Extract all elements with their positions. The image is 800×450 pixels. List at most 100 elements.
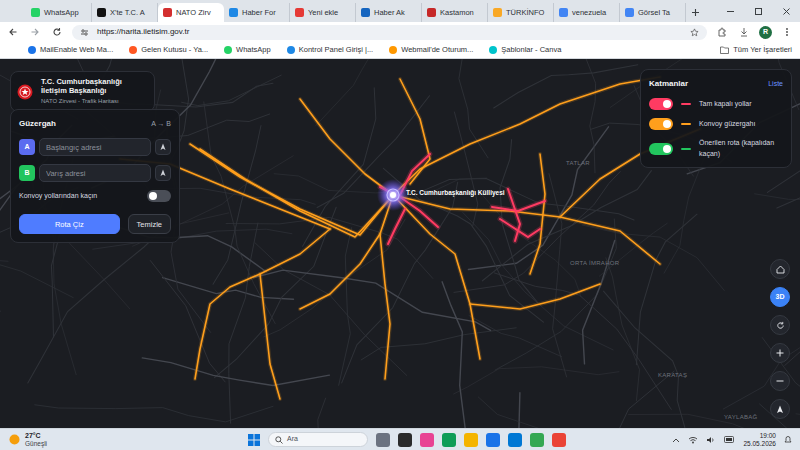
address-input[interactable]	[39, 164, 151, 182]
site-icon	[97, 8, 106, 17]
maximize-icon[interactable]	[744, 0, 772, 22]
list-link[interactable]: Liste	[768, 79, 783, 90]
temperature: 27°C	[25, 432, 47, 440]
address-input[interactable]	[39, 138, 151, 156]
all-bookmarks[interactable]: Tüm Yer İşaretleri	[720, 44, 792, 55]
notification-icon[interactable]	[784, 435, 792, 444]
district-label: YAYLABAĞ	[724, 413, 758, 422]
layers-panel: KatmanlarListeTam kapalı yollarKonvoy gü…	[640, 69, 792, 168]
wifi-icon[interactable]	[688, 436, 698, 444]
app-icon[interactable]	[464, 433, 478, 447]
bookmark-item[interactable]: Gelen Kutusu - Ya...	[129, 44, 208, 55]
bookmark-item[interactable]: Webmail'de Oturum...	[389, 44, 473, 55]
app-icon[interactable]	[376, 433, 390, 447]
org-title-block: T.C. Cumhurbaşkanlığı İletişim Başkanlığ…	[41, 77, 148, 106]
taskbar-search[interactable]: Ara	[268, 432, 368, 447]
star-icon[interactable]	[690, 28, 699, 37]
minimize-icon[interactable]	[716, 0, 744, 22]
reload-icon[interactable]	[50, 25, 64, 39]
tab-label: X'te T.C. A	[110, 7, 145, 18]
toggle-knob	[663, 145, 671, 153]
browser-tab[interactable]: WhatsApp	[26, 3, 92, 22]
app-icon[interactable]	[552, 433, 566, 447]
layer-toggle[interactable]	[649, 118, 673, 130]
route-hint: A → B	[151, 119, 171, 130]
layer-toggle[interactable]	[649, 143, 673, 155]
extensions-icon[interactable]	[715, 25, 729, 39]
zoom-in-icon[interactable]	[770, 343, 790, 363]
layer-swatch	[681, 148, 691, 150]
tab-label: NATO Zirv	[176, 7, 211, 18]
browser-tab[interactable]: venezuela	[554, 3, 620, 22]
convoy-routes	[120, 77, 700, 399]
site-icon	[427, 8, 436, 17]
landmark-marker[interactable]	[377, 179, 409, 211]
downloads-icon[interactable]	[737, 25, 751, 39]
browser-tab[interactable]: Haber Ak	[356, 3, 422, 22]
forward-icon[interactable]	[28, 25, 42, 39]
app-icon[interactable]	[530, 433, 544, 447]
bookmark-item[interactable]: MailEnable Web Ma...	[28, 44, 113, 55]
search-label: Ara	[287, 434, 298, 445]
app-icon[interactable]	[486, 433, 500, 447]
bookmark-item[interactable]: Şablonlar - Canva	[489, 44, 561, 55]
address-bar[interactable]: https://harita.iletisim.gov.tr	[72, 25, 707, 40]
back-icon[interactable]	[6, 25, 20, 39]
weather-widget[interactable]: 27°CGüneşli	[8, 432, 248, 447]
app-icon[interactable]	[508, 433, 522, 447]
browser-tab[interactable]: NATO Zirv	[158, 3, 224, 22]
tab-label: TÜRKİNFO	[506, 7, 544, 18]
profile-avatar[interactable]: R	[759, 26, 772, 39]
draw-route-button[interactable]: Rota Çiz	[19, 214, 120, 234]
zoom-out-icon[interactable]	[770, 371, 790, 391]
new-tab-icon[interactable]	[686, 3, 704, 22]
3d-button[interactable]: 3D	[770, 287, 790, 307]
app-icon[interactable]	[442, 433, 456, 447]
app-icon[interactable]	[398, 433, 412, 447]
speaker-icon[interactable]	[706, 436, 716, 444]
site-icon	[28, 46, 36, 54]
tab-label: Görsel Ta	[638, 7, 670, 18]
search-icon	[275, 436, 283, 444]
browser-tab[interactable]: Haber For	[224, 3, 290, 22]
clear-button[interactable]: Temizle	[128, 214, 171, 234]
rotate-icon[interactable]	[770, 315, 790, 335]
layer-label: Önerilen rota (kapalıdan kaçan)	[699, 138, 783, 159]
browser-tab[interactable]: X'te T.C. A	[92, 3, 158, 22]
site-icon	[361, 8, 370, 17]
chevron-up-icon[interactable]	[672, 437, 680, 443]
tab-label: venezuela	[572, 7, 606, 18]
pin-icon[interactable]	[155, 165, 171, 181]
tab-label: Haber For	[242, 7, 276, 18]
sun-icon	[8, 433, 21, 446]
point-badge: B	[19, 165, 35, 181]
weather-text: 27°CGüneşli	[25, 432, 47, 447]
bookmark-item[interactable]: Kontrol Panel Girişi |...	[287, 44, 373, 55]
browser-tab[interactable]: Görsel Ta	[620, 3, 686, 22]
pin-icon[interactable]	[155, 139, 171, 155]
app-icon[interactable]	[420, 433, 434, 447]
site-icon	[493, 8, 502, 17]
district-label: ORTA İMRAHOR	[570, 259, 619, 268]
layer-toggle[interactable]	[649, 98, 673, 110]
clock[interactable]: 19:0025.05.2026	[743, 432, 776, 447]
org-header: T.C. Cumhurbaşkanlığı İletişim Başkanlığ…	[10, 71, 155, 112]
bookmark-item[interactable]: WhatsApp	[224, 44, 271, 55]
browser-tab[interactable]: TÜRKİNFO	[488, 3, 554, 22]
site-icon	[295, 8, 304, 17]
avoid-toggle[interactable]	[147, 190, 171, 202]
site-icon	[489, 46, 497, 54]
menu-icon[interactable]	[780, 25, 794, 39]
browser-tab[interactable]: Kastamon	[422, 3, 488, 22]
compass-icon[interactable]	[770, 399, 790, 419]
windows-start-icon[interactable]	[248, 434, 260, 446]
taskbar-apps: Ara	[248, 432, 672, 447]
browser-tab[interactable]: Yeni ekle	[290, 3, 356, 22]
home-icon[interactable]	[770, 259, 790, 279]
close-icon[interactable]	[772, 0, 800, 22]
date: 25.05.2026	[743, 440, 776, 447]
battery-icon[interactable]	[724, 436, 735, 443]
site-icon	[129, 46, 137, 54]
landmark-label: T.C. Cumhurbaşkanlığı Külliyesi	[406, 188, 505, 198]
point-badge: A	[19, 139, 35, 155]
